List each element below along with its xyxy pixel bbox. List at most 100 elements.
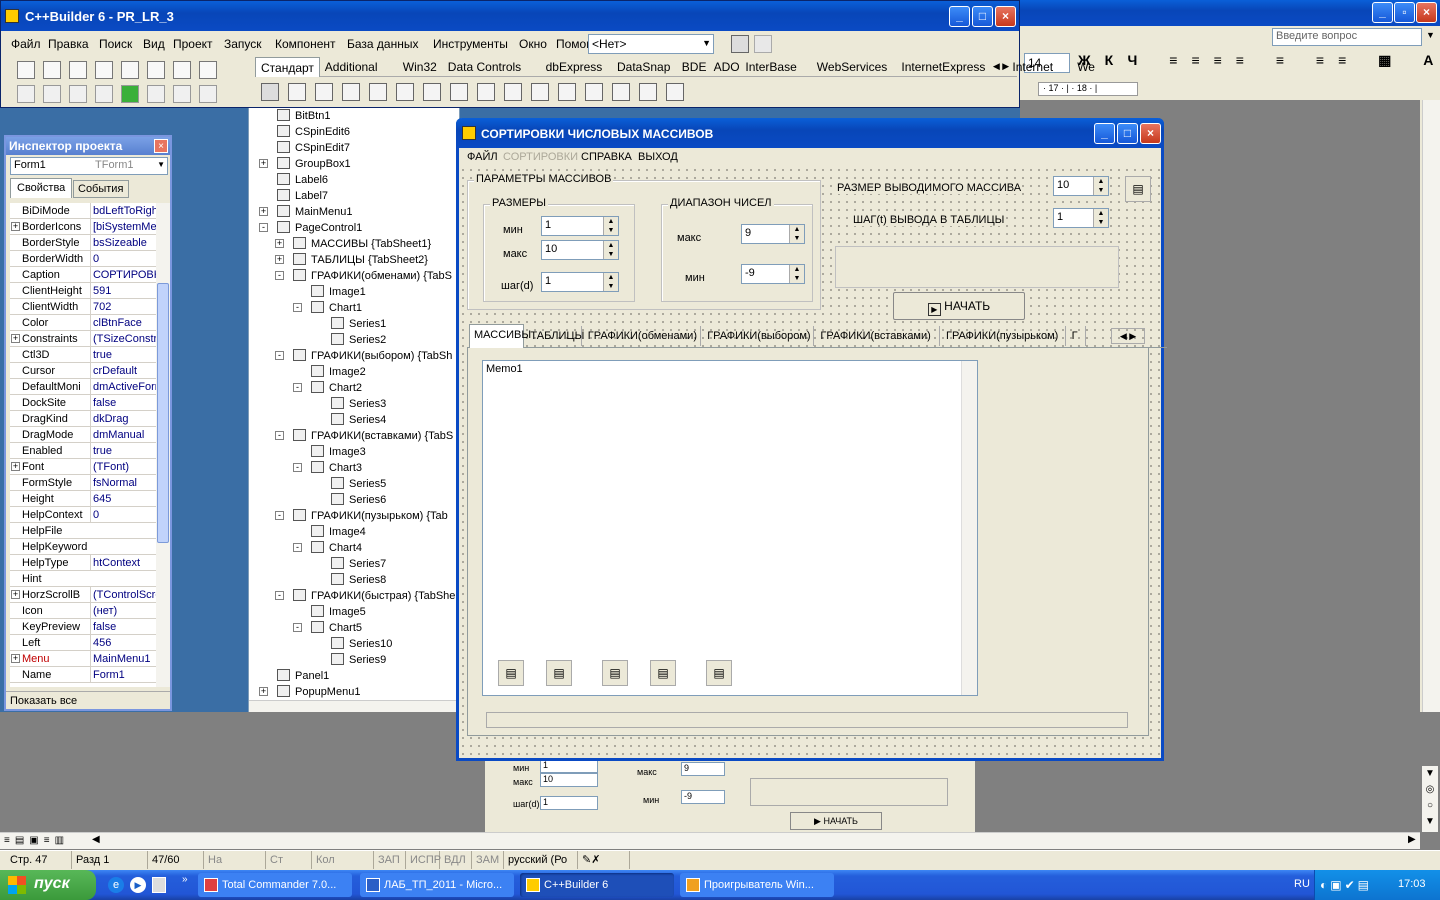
property-row[interactable]: Color clBtnFace — [10, 315, 156, 331]
tree-node[interactable]: + ТАБЛИЦЫ {TabSheet2} — [275, 252, 428, 268]
page-tab[interactable]: Г — [1068, 326, 1086, 346]
range-max-spin[interactable]: 9 ▲ ▼ — [741, 224, 805, 244]
property-value[interactable]: 645 — [90, 491, 156, 507]
open-icon[interactable] — [43, 61, 61, 79]
mainmenu-icon[interactable] — [315, 83, 333, 101]
tree-node[interactable]: Series2 — [331, 332, 386, 348]
tree-node[interactable]: Series5 — [331, 476, 386, 492]
unit-list-icon[interactable] — [17, 85, 35, 103]
ide-menu-item[interactable]: Запуск — [224, 37, 262, 51]
property-value[interactable]: Form1 — [90, 667, 156, 683]
tray-icons[interactable]: ◐▣✔▤ — [1320, 878, 1372, 892]
property-row[interactable]: BiDiMode bdLeftToRight — [10, 203, 156, 219]
property-row[interactable]: KeyPreview false — [10, 619, 156, 635]
checkbox-icon[interactable] — [450, 83, 468, 101]
button-icon[interactable] — [423, 83, 441, 101]
size-max-spin[interactable]: 10 ▲ ▼ — [541, 240, 619, 260]
form-minimize-button[interactable]: _ — [1094, 123, 1115, 144]
property-row[interactable]: Icon (нет) — [10, 603, 156, 619]
property-row[interactable]: DragMode dmManual — [10, 427, 156, 443]
inspector-vscroll[interactable] — [156, 203, 170, 687]
property-row[interactable]: Ctl3D true — [10, 347, 156, 363]
expand-plus-icon[interactable]: + — [11, 334, 20, 343]
property-row[interactable]: ClientWidth 702 — [10, 299, 156, 315]
palette-tab[interactable]: Additional — [320, 57, 398, 77]
add-file-icon[interactable] — [147, 61, 165, 79]
property-row[interactable]: BorderWidth 0 — [10, 251, 156, 267]
ide-menu-item[interactable]: Инструменты — [433, 37, 508, 51]
panel1[interactable] — [835, 246, 1119, 288]
tree-expand-icon[interactable]: - — [275, 511, 284, 520]
tree-node[interactable]: - Chart2 — [293, 380, 362, 396]
chart-component-icon[interactable]: ▤ — [602, 660, 628, 686]
property-row[interactable]: ClientHeight 591 — [10, 283, 156, 299]
spin-arrows-icon[interactable]: ▲ ▼ — [1093, 177, 1108, 195]
tree-expand-icon[interactable]: + — [259, 159, 268, 168]
chart-component-icon[interactable]: ▤ — [546, 660, 572, 686]
tree-expand-icon[interactable]: - — [293, 303, 302, 312]
palette-tab[interactable]: WebServices — [812, 57, 897, 77]
tree-node[interactable]: - ГРАФИКИ(вставками) {TabS — [275, 428, 453, 444]
tree-node[interactable]: Image1 — [311, 284, 366, 300]
tab-scroll-icon[interactable]: ◀ ▶ — [1111, 328, 1145, 344]
ide-menu-item[interactable]: База данных — [347, 37, 418, 51]
palette-tab[interactable]: Win32 — [398, 57, 443, 77]
page-tab[interactable]: ГРАФИКИ(пузырьком) — [942, 326, 1066, 346]
ide-form-combo[interactable]: <Нет> ▼ — [588, 34, 714, 54]
page-tab[interactable]: ГРАФИКИ(вставками) — [816, 326, 940, 346]
tree-node[interactable]: Label6 — [277, 172, 328, 188]
form-menu-item[interactable]: СПРАВКА — [581, 151, 632, 163]
property-value[interactable]: true — [90, 347, 156, 363]
spin-arrows-icon[interactable]: ▲ ▼ — [1093, 209, 1108, 227]
property-value[interactable]: [biSystemMenu — [90, 219, 156, 235]
scrollbar-icon[interactable] — [558, 83, 576, 101]
tree-node[interactable]: - PageControl1 — [259, 220, 362, 236]
step-over-icon[interactable] — [199, 85, 217, 103]
tree-node[interactable]: CSpinEdit7 — [277, 140, 350, 156]
quicklaunch-more-icon[interactable] — [152, 877, 166, 893]
ide-menu-item[interactable]: Окно — [519, 37, 547, 51]
tree-expand-icon[interactable]: - — [293, 383, 302, 392]
ide-minimize-button[interactable]: _ — [949, 6, 970, 27]
tree-expand-icon[interactable]: - — [293, 543, 302, 552]
property-value[interactable]: dkDrag — [90, 411, 156, 427]
chart-component-icon[interactable]: ▤ — [706, 660, 732, 686]
memo-vscroll[interactable] — [961, 361, 977, 695]
save-all-icon[interactable] — [95, 61, 113, 79]
ide-menu-item[interactable]: Вид — [143, 37, 165, 51]
tree-node[interactable]: - ГРАФИКИ(обменами) {TabS — [275, 268, 452, 284]
radiobutton-icon[interactable] — [477, 83, 495, 101]
label-icon[interactable] — [342, 83, 360, 101]
property-row[interactable]: +Constraints (TSizeConstrai — [10, 331, 156, 347]
property-value[interactable]: htContext — [90, 555, 156, 571]
size-min-spin[interactable]: 1 ▲ ▼ — [541, 216, 619, 236]
tree-node[interactable]: - Chart4 — [293, 540, 362, 556]
property-row[interactable]: HelpKeyword — [10, 539, 156, 555]
property-row[interactable]: Height 645 — [10, 491, 156, 507]
tree-expand-icon[interactable]: - — [275, 351, 284, 360]
property-row[interactable]: + Menu MainMenu1 — [10, 651, 156, 667]
property-value[interactable]: false — [90, 619, 156, 635]
tree-node[interactable]: BitBtn1 — [277, 108, 330, 124]
frames-icon[interactable] — [288, 83, 306, 101]
chart-component-icon[interactable]: ▤ — [650, 660, 676, 686]
form-close-button[interactable]: × — [1140, 123, 1161, 144]
tree-node[interactable]: + MainMenu1 — [259, 204, 352, 220]
page-tab[interactable]: ТАБЛИЦЫ — [526, 326, 584, 346]
tree-expand-icon[interactable]: + — [259, 207, 268, 216]
ide-menu-item[interactable]: Файл — [11, 37, 41, 51]
tree-node[interactable]: Series6 — [331, 492, 386, 508]
groupbox-icon[interactable] — [585, 83, 603, 101]
property-value[interactable]: crDefault — [90, 363, 156, 379]
form-maximize-button[interactable]: □ — [1117, 123, 1138, 144]
palette-tab[interactable]: DataSnap — [612, 57, 677, 77]
panel-icon[interactable] — [639, 83, 657, 101]
trace-into-icon[interactable] — [173, 85, 191, 103]
tree-node[interactable]: Image5 — [311, 604, 366, 620]
property-value[interactable]: true — [90, 443, 156, 459]
property-row[interactable]: HelpContext 0 — [10, 507, 156, 523]
pause-icon[interactable] — [147, 85, 165, 103]
property-value[interactable]: (TFont) — [90, 459, 156, 475]
scroll-thumb[interactable] — [157, 283, 169, 543]
spin-arrows-icon[interactable]: ▲ ▼ — [603, 241, 618, 259]
